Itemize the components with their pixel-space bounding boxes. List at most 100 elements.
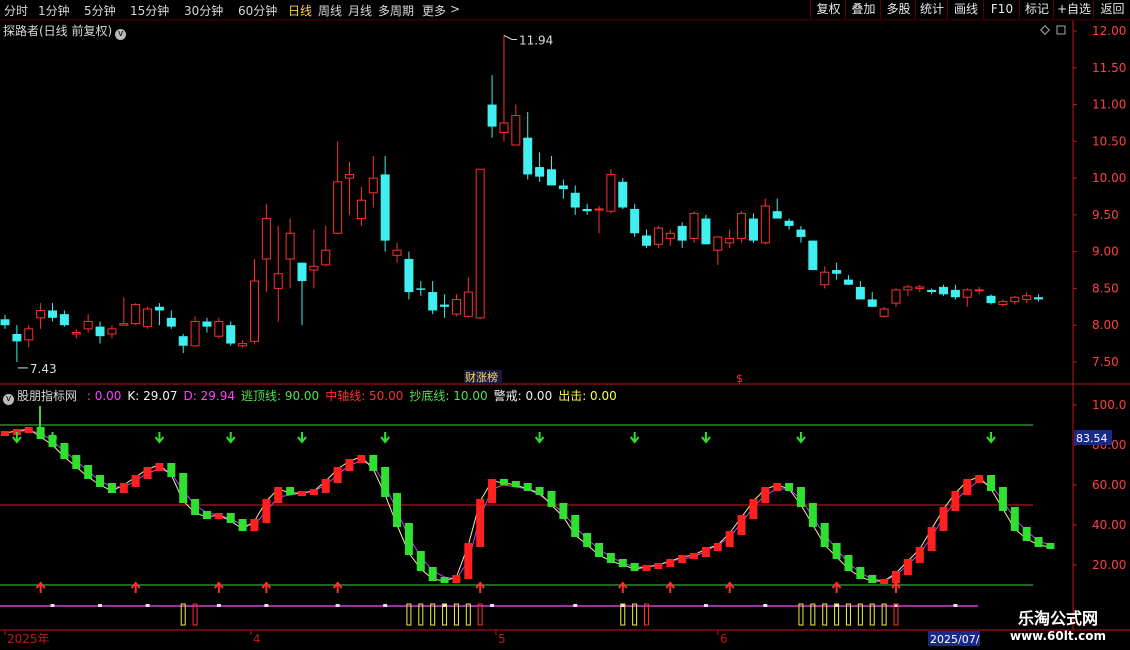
candle-body-down [986, 295, 996, 304]
k-block [226, 513, 235, 523]
k-block [737, 515, 746, 535]
price-axis-label: 7.50 [1092, 355, 1119, 369]
candle-body-up [249, 280, 259, 342]
indicator-axis: 100.080.0060.0040.0020.0083.54 [1073, 398, 1126, 572]
candle-body-down [12, 333, 22, 342]
candle-body-up [879, 308, 889, 317]
k-block [963, 479, 972, 495]
sell-arrow-icon [154, 432, 165, 444]
baseline-dot [264, 604, 269, 607]
candle-body-up [285, 232, 295, 260]
candle-body-down [772, 211, 782, 219]
k-block [880, 579, 889, 584]
k-block [499, 479, 508, 485]
k-block [915, 547, 924, 563]
candle-body-up [499, 122, 509, 134]
candle-body-up [333, 181, 343, 234]
k-block [511, 481, 520, 487]
date-label: 5 [498, 632, 506, 646]
baseline-dot [953, 604, 958, 607]
watermark: 乐淘公式网 www.60lt.com [994, 609, 1122, 643]
candle-body-up [998, 301, 1008, 306]
alert-bar [406, 603, 412, 626]
candle-body-down [701, 218, 711, 245]
candle-body-down [630, 208, 640, 234]
baseline-dot [490, 604, 495, 607]
k-block [701, 547, 710, 557]
candle-body-down [404, 258, 414, 293]
candlestick-series: 11.94 7.43 财涨榜 $ [0, 33, 1044, 385]
chart-canvas: 11.94 7.43 财涨榜 $ 12.00 11.50 11.00 10.50 10.00 9… [0, 19, 1130, 646]
k-block [476, 499, 485, 547]
candle-body-down [855, 286, 865, 300]
badge-label: 财涨榜 [465, 370, 498, 384]
k-block [452, 575, 461, 583]
k-block [107, 483, 116, 493]
candle-body-up [725, 237, 735, 244]
price-axis-label: 9.50 [1092, 208, 1119, 222]
k-block [333, 467, 342, 483]
date-label: 2025年 [7, 632, 50, 646]
k-block [119, 483, 128, 493]
k-block [298, 491, 306, 496]
k-block [725, 531, 734, 547]
sell-arrow-icon [225, 432, 236, 444]
k-block [939, 507, 948, 531]
k-block [214, 513, 223, 519]
attack-bar [192, 603, 198, 626]
candle-body-up [915, 286, 925, 289]
alert-bar [465, 603, 471, 626]
alert-bar [430, 603, 436, 626]
square-icon [1056, 25, 1066, 35]
k-block [84, 465, 93, 479]
k-block [1022, 527, 1031, 541]
date-label: 6 [720, 632, 728, 646]
k-block [1046, 543, 1055, 549]
price-axis-label: 10.00 [1092, 171, 1126, 185]
k-block [535, 487, 544, 495]
k-block [72, 455, 81, 469]
baseline-dot [98, 604, 103, 607]
candle-body-down [642, 235, 652, 246]
candle-body-up [737, 212, 747, 239]
sell-arrow-icon [380, 432, 390, 444]
sell-arrow-icon [986, 432, 996, 444]
k-block [559, 503, 568, 519]
candle-body-up [71, 332, 81, 335]
candle-body-down [428, 292, 438, 311]
candle-body-down [487, 104, 497, 127]
k-block [179, 473, 188, 503]
candle-body-up [1010, 296, 1020, 303]
alert-bar [632, 603, 638, 626]
candle-body-up [962, 289, 972, 298]
k-block [642, 565, 651, 571]
candle-body-up [891, 289, 901, 304]
candle-body-down [166, 317, 176, 327]
alert-bar [442, 603, 448, 626]
candle-body-up [131, 304, 141, 325]
k-block [464, 543, 473, 579]
k-block [595, 543, 603, 557]
candle-body-up [511, 115, 521, 146]
indicator-series [0, 406, 1055, 626]
k-block [951, 491, 960, 511]
k-block [440, 577, 449, 583]
k-block [321, 479, 330, 493]
k-block [927, 527, 936, 551]
alert-bar [869, 603, 875, 626]
k-block [345, 459, 354, 471]
marker-symbol: $ [736, 372, 743, 385]
candle-body-down [95, 326, 105, 337]
candle-body-up [309, 265, 319, 271]
candle-body-up [392, 249, 402, 256]
k-block [844, 555, 853, 571]
alert-bar [798, 603, 804, 626]
sell-arrow-icon [701, 432, 711, 444]
high-price-label: 11.94 [519, 33, 553, 47]
attack-bar [477, 603, 483, 626]
k-block [381, 467, 390, 497]
candle-body-down [297, 262, 307, 282]
k-block [428, 567, 437, 581]
candle-body-down [59, 314, 69, 326]
candle-body-up [606, 173, 616, 212]
